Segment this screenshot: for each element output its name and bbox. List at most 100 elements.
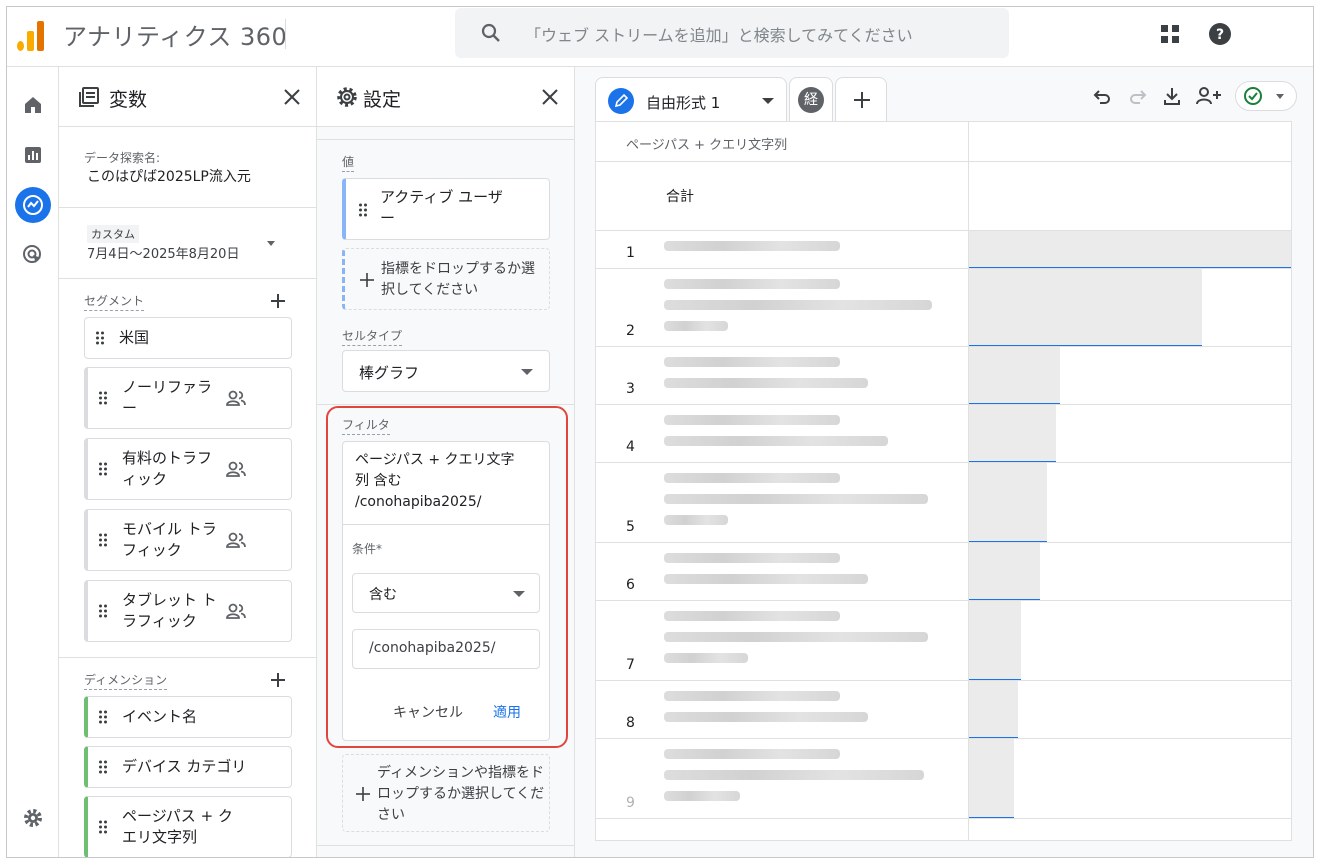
reports-icon[interactable] [15,137,51,173]
divider [317,404,574,405]
dimension-chip[interactable]: ページパス + クエリ文字列 [84,796,292,857]
cell-type-label: セルタイプ [342,327,403,346]
apps-grid-icon[interactable] [1157,21,1183,47]
share-user-add-icon[interactable] [1195,85,1223,107]
drag-handle-icon[interactable] [98,710,108,724]
redacted-page-path [664,574,868,584]
table-row[interactable]: 7 [596,601,1291,681]
app-title: アナリティクス 360 [63,23,288,51]
tab2-glyph: 経 [798,87,824,113]
user-segment-icon [226,532,246,548]
redacted-page-path [664,611,840,621]
drag-handle-icon[interactable] [358,203,368,217]
redacted-page-path [664,653,748,663]
table-row[interactable]: 8 [596,681,1291,739]
value-metric-label: アクティブ ユーザー [380,188,503,227]
exploration-name-value[interactable]: このはぴば2025LP流入元 [87,166,251,186]
segment-chip[interactable]: モバイル トラフィック [84,509,292,571]
app-window: アナリティクス 360 「ウェブ ストリームを追加」と検索してみてください ? [6,6,1314,858]
dimension-chip[interactable]: デバイス カテゴリ [84,746,292,788]
redacted-page-path [664,436,888,446]
add-icon [360,273,374,287]
gear-icon[interactable] [15,800,51,836]
redacted-page-path [664,712,868,722]
chevron-down-icon [521,369,533,375]
filter-expression-value: /conohapiba2025/ [369,640,496,656]
drag-handle-icon[interactable] [98,533,108,547]
cell-type-select[interactable]: 棒グラフ [342,350,550,392]
table-row[interactable]: 5 [596,463,1291,543]
column-header[interactable]: ページパス + クエリ文字列 [626,134,787,153]
download-icon[interactable] [1161,85,1183,107]
variables-header: 変数 [59,67,316,127]
search-icon [481,23,500,42]
redo-icon[interactable] [1127,85,1149,107]
close-icon[interactable] [280,85,304,109]
status-check-menu[interactable] [1235,81,1297,111]
segments-label: セグメント [84,292,145,311]
table-row[interactable]: 1 [596,231,1291,269]
drag-handle-icon[interactable] [98,604,108,618]
search-placeholder: 「ウェブ ストリームを追加」と検索してみてください [525,26,913,45]
table-row[interactable]: 3 [596,347,1291,405]
cell-type-value: 棒グラフ [359,364,420,382]
redacted-page-path [664,749,840,759]
svg-text:?: ? [1216,27,1224,43]
variables-icon [79,87,99,107]
divider [59,278,316,279]
add-icon [854,92,870,108]
condition-select[interactable]: 含む [352,573,540,613]
help-icon[interactable]: ? [1207,21,1233,47]
segment-chip[interactable]: タブレット トラフィック [84,580,292,642]
date-range-dropdown-icon[interactable] [267,241,275,246]
drop-filter-zone[interactable]: ディメンションや指標をドロップするか選択してください [342,754,550,832]
table-row[interactable]: 6 [596,543,1291,601]
table-row[interactable]: 9 [596,739,1291,819]
table-row[interactable]: 4 [596,405,1291,463]
explore-icon[interactable] [15,187,51,223]
undo-icon[interactable] [1091,85,1113,107]
cancel-button[interactable]: キャンセル [393,702,463,722]
filter-summary[interactable]: ページパス + クエリ文字列 含む /conohapiba2025/ [355,450,515,513]
drag-handle-icon[interactable] [95,331,105,345]
tab-freeform-1[interactable]: 自由形式 1 [595,77,787,121]
home-icon[interactable] [15,87,51,123]
drag-handle-icon[interactable] [98,760,108,774]
analytics-logo-icon[interactable] [17,19,45,51]
advertising-icon[interactable] [15,237,51,273]
apply-button[interactable]: 適用 [493,702,521,722]
search-bar[interactable]: 「ウェブ ストリームを追加」と検索してみてください [455,8,1009,58]
cell-bar [969,601,1021,679]
segment-chip[interactable]: ノーリファラー [84,367,292,429]
date-range-value[interactable]: 7月4日〜2025年8月20日 [87,243,239,262]
value-metric-chip[interactable]: アクティブ ユーザー [342,178,550,240]
dimension-chip[interactable]: イベント名 [84,696,292,738]
add-dimension-icon[interactable] [269,671,287,689]
settings-header: 設定 [317,67,574,127]
drag-handle-icon[interactable] [98,820,108,834]
add-tab-button[interactable] [835,77,887,121]
redacted-page-path [664,553,840,563]
check-circle-icon [1244,87,1262,105]
row-divider [596,161,1291,162]
table-row[interactable]: 2 [596,269,1291,347]
chevron-down-icon[interactable] [762,98,774,104]
filter-expression-input[interactable]: /conohapiba2025/ [352,629,540,669]
drag-handle-icon[interactable] [98,391,108,405]
segment-chip[interactable]: 有料のトラフィック [84,438,292,500]
drop-metric-zone[interactable]: 指標をドロップするか選択してください [342,248,550,310]
redacted-page-path [664,321,728,331]
drag-handle-icon[interactable] [98,462,108,476]
close-icon[interactable] [538,85,562,109]
segment-chip[interactable]: 米国 [84,317,292,359]
row-number: 7 [626,657,635,673]
dimension-label: イベント名 [122,707,198,726]
add-segment-icon[interactable] [269,292,287,310]
chevron-down-icon [1276,94,1284,99]
redacted-page-path [664,357,840,367]
settings-panel: 設定 値 アクティブ ユーザー 指標をドロップするか選択してください セルタイプ… [317,67,575,857]
tab-path-exploration[interactable]: 経 [789,77,833,121]
total-label: 合計 [666,189,694,205]
variables-title: 変数 [109,89,148,111]
cell-bar [969,463,1047,541]
